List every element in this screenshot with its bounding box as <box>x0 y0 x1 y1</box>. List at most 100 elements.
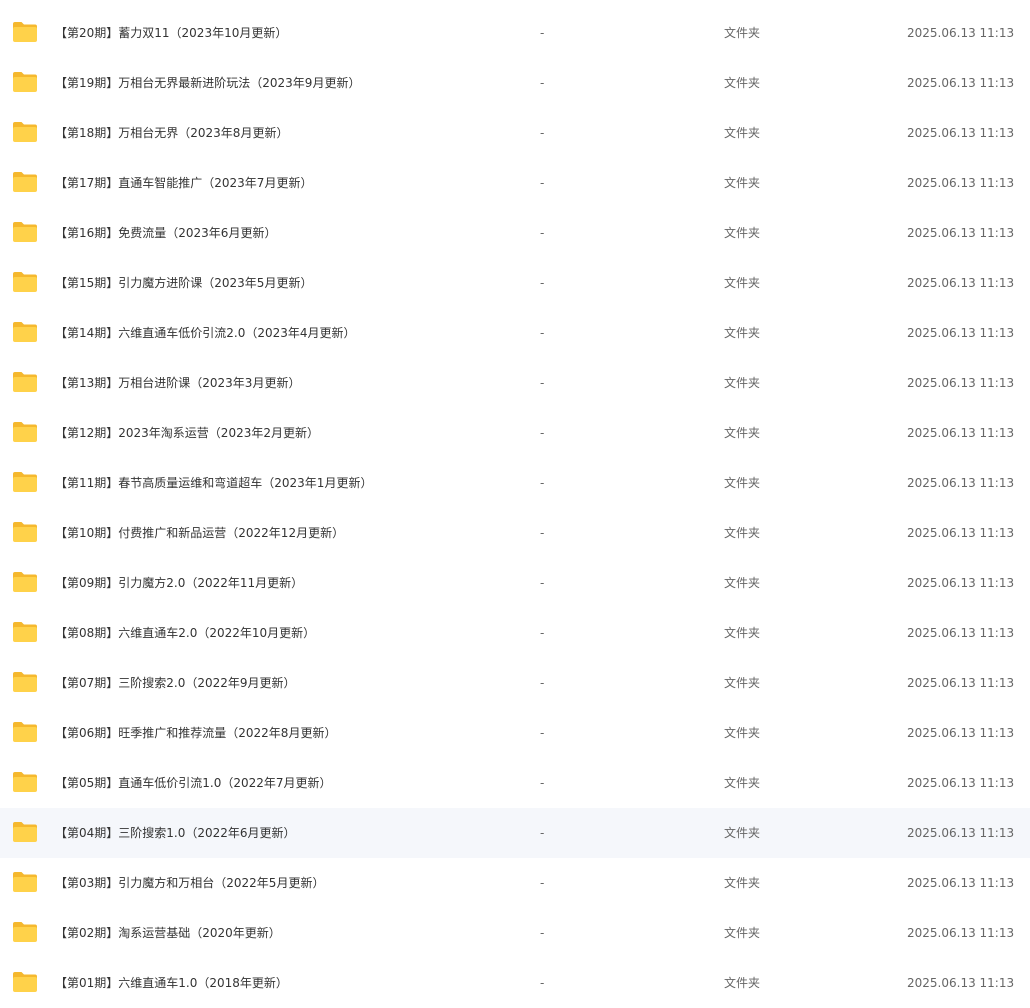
file-name[interactable]: 【第08期】六维直通车2.0（2022年10月更新） <box>55 608 315 658</box>
file-modified-date: 2025.06.13 11:13 <box>907 526 1015 540</box>
file-row[interactable]: 【第19期】万相台无界最新进阶玩法（2023年9月更新） - 文件夹 2025.06.… <box>0 58 1030 108</box>
file-name[interactable]: 【第10期】付费推广和新品运营（2022年12月更新） <box>55 508 344 558</box>
file-modified-date: 2025.06.13 11:13 <box>907 276 1015 290</box>
file-modified-date: 2025.06.13 11:13 <box>907 726 1015 740</box>
file-row[interactable]: 【第16期】免费流量（2023年6月更新） - 文件夹 2025.06.13 11:1… <box>0 208 1030 258</box>
file-type: 文件夹 <box>724 626 761 640</box>
file-name[interactable]: 【第14期】六维直通车低价引流2.0（2023年4月更新） <box>55 308 356 358</box>
file-type: 文件夹 <box>724 576 761 590</box>
file-name[interactable]: 【第06期】旺季推广和推荐流量（2022年8月更新） <box>55 708 336 758</box>
file-size: - <box>540 326 545 340</box>
file-type: 文件夹 <box>724 676 761 690</box>
file-name[interactable]: 【第05期】直通车低价引流1.0（2022年7月更新） <box>55 758 332 808</box>
file-type: 文件夹 <box>724 776 761 790</box>
file-row[interactable]: 【第10期】付费推广和新品运营（2022年12月更新） - 文件夹 2025.06.1… <box>0 508 1030 558</box>
file-modified-date: 2025.06.13 11:13 <box>907 626 1015 640</box>
file-row[interactable]: 【第06期】旺季推广和推荐流量（2022年8月更新） - 文件夹 2025.06.13… <box>0 708 1030 758</box>
file-size: - <box>540 926 545 940</box>
file-type: 文件夹 <box>724 226 761 240</box>
file-size: - <box>540 476 545 490</box>
file-name[interactable]: 【第04期】三阶搜索1.0（2022年6月更新） <box>55 808 296 858</box>
file-size: - <box>540 26 545 40</box>
file-row[interactable]: 【第11期】春节高质量运维和弯道超车（2023年1月更新） - 文件夹 2025.06… <box>0 458 1030 508</box>
file-modified-date: 2025.06.13 11:13 <box>907 376 1015 390</box>
file-size: - <box>540 776 545 790</box>
file-name[interactable]: 【第09期】引力魔方2.0（2022年11月更新） <box>55 558 303 608</box>
file-size: - <box>540 76 545 90</box>
file-modified-date: 2025.06.13 11:13 <box>907 976 1015 990</box>
file-modified-date: 2025.06.13 11:13 <box>907 876 1015 890</box>
file-row[interactable]: 【第08期】六维直通车2.0（2022年10月更新） - 文件夹 2025.06.13… <box>0 608 1030 658</box>
file-type: 文件夹 <box>724 476 761 490</box>
file-type: 文件夹 <box>724 526 761 540</box>
file-type: 文件夹 <box>724 126 761 140</box>
file-type: 文件夹 <box>724 426 761 440</box>
file-modified-date: 2025.06.13 11:13 <box>907 576 1015 590</box>
file-name[interactable]: 【第20期】蓄力双11（2023年10月更新） <box>55 8 287 58</box>
file-size: - <box>540 376 545 390</box>
file-modified-date: 2025.06.13 11:13 <box>907 226 1015 240</box>
folder-icon <box>13 622 37 642</box>
folder-icon <box>13 822 37 842</box>
folder-icon <box>13 572 37 592</box>
file-modified-date: 2025.06.13 11:13 <box>907 426 1015 440</box>
file-name[interactable]: 【第11期】春节高质量运维和弯道超车（2023年1月更新） <box>55 458 372 508</box>
file-name[interactable]: 【第03期】引力魔方和万相台（2022年5月更新） <box>55 858 324 908</box>
file-type: 文件夹 <box>724 926 761 940</box>
file-row[interactable]: 【第12期】2023年淘系运营（2023年2月更新） - 文件夹 2025.06.13… <box>0 408 1030 458</box>
file-row[interactable]: 【第20期】蓄力双11（2023年10月更新） - 文件夹 2025.06.13 11… <box>0 8 1030 58</box>
folder-icon <box>13 972 37 992</box>
file-row[interactable]: 【第05期】直通车低价引流1.0（2022年7月更新） - 文件夹 2025.06.1… <box>0 758 1030 808</box>
file-name[interactable]: 【第18期】万相台无界（2023年8月更新） <box>55 108 288 158</box>
file-size: - <box>540 626 545 640</box>
folder-icon <box>13 672 37 692</box>
file-row[interactable]: 【第18期】万相台无界（2023年8月更新） - 文件夹 2025.06.13 11:… <box>0 108 1030 158</box>
file-name[interactable]: 【第07期】三阶搜索2.0（2022年9月更新） <box>55 658 296 708</box>
file-row[interactable]: 【第04期】三阶搜索1.0（2022年6月更新） - 文件夹 2025.06.13 1… <box>0 808 1030 858</box>
file-type: 文件夹 <box>724 376 761 390</box>
file-size: - <box>540 876 545 890</box>
file-name[interactable]: 【第16期】免费流量（2023年6月更新） <box>55 208 276 258</box>
file-size: - <box>540 826 545 840</box>
file-size: - <box>540 276 545 290</box>
folder-icon <box>13 922 37 942</box>
file-modified-date: 2025.06.13 11:13 <box>907 26 1015 40</box>
file-row[interactable]: 【第15期】引力魔方进阶课（2023年5月更新） - 文件夹 2025.06.13 1… <box>0 258 1030 308</box>
file-modified-date: 2025.06.13 11:13 <box>907 476 1015 490</box>
folder-icon <box>13 22 37 42</box>
file-name[interactable]: 【第17期】直通车智能推广（2023年7月更新） <box>55 158 312 208</box>
file-modified-date: 2025.06.13 11:13 <box>907 826 1015 840</box>
folder-icon <box>13 122 37 142</box>
file-modified-date: 2025.06.13 11:13 <box>907 326 1015 340</box>
file-row[interactable]: 【第13期】万相台进阶课（2023年3月更新） - 文件夹 2025.06.13 11… <box>0 358 1030 408</box>
file-size: - <box>540 126 545 140</box>
file-size: - <box>540 176 545 190</box>
folder-icon <box>13 172 37 192</box>
folder-icon <box>13 222 37 242</box>
folder-icon <box>13 422 37 442</box>
folder-icon <box>13 322 37 342</box>
file-name[interactable]: 【第02期】淘系运营基础（2020年更新） <box>55 908 281 958</box>
file-type: 文件夹 <box>724 726 761 740</box>
file-type: 文件夹 <box>724 326 761 340</box>
file-name[interactable]: 【第01期】六维直通车1.0（2018年更新） <box>55 958 288 1008</box>
file-name[interactable]: 【第19期】万相台无界最新进阶玩法（2023年9月更新） <box>55 58 360 108</box>
file-row[interactable]: 【第09期】引力魔方2.0（2022年11月更新） - 文件夹 2025.06.13 … <box>0 558 1030 608</box>
file-name[interactable]: 【第13期】万相台进阶课（2023年3月更新） <box>55 358 300 408</box>
file-row[interactable]: 【第03期】引力魔方和万相台（2022年5月更新） - 文件夹 2025.06.13 … <box>0 858 1030 908</box>
folder-icon <box>13 72 37 92</box>
file-list: 【第20期】蓄力双11（2023年10月更新） - 文件夹 2025.06.13 11… <box>0 8 1030 1008</box>
file-size: - <box>540 676 545 690</box>
folder-icon <box>13 272 37 292</box>
file-row[interactable]: 【第01期】六维直通车1.0（2018年更新） - 文件夹 2025.06.13 11… <box>0 958 1030 1008</box>
file-modified-date: 2025.06.13 11:13 <box>907 676 1015 690</box>
file-name[interactable]: 【第12期】2023年淘系运营（2023年2月更新） <box>55 408 319 458</box>
file-row[interactable]: 【第14期】六维直通车低价引流2.0（2023年4月更新） - 文件夹 2025.06… <box>0 308 1030 358</box>
file-size: - <box>540 526 545 540</box>
file-row[interactable]: 【第07期】三阶搜索2.0（2022年9月更新） - 文件夹 2025.06.13 1… <box>0 658 1030 708</box>
file-row[interactable]: 【第02期】淘系运营基础（2020年更新） - 文件夹 2025.06.13 11:1… <box>0 908 1030 958</box>
file-modified-date: 2025.06.13 11:13 <box>907 776 1015 790</box>
file-type: 文件夹 <box>724 826 761 840</box>
file-row[interactable]: 【第17期】直通车智能推广（2023年7月更新） - 文件夹 2025.06.13 1… <box>0 158 1030 208</box>
file-name[interactable]: 【第15期】引力魔方进阶课（2023年5月更新） <box>55 258 312 308</box>
